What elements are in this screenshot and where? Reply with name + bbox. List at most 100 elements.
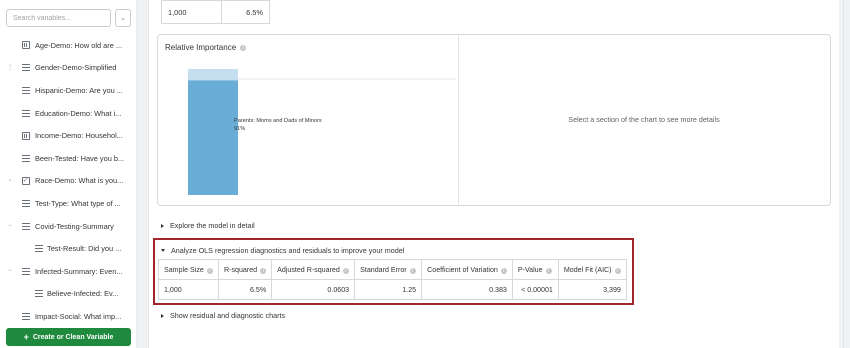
list-icon	[34, 289, 43, 298]
variables-sidebar: ⌄ Age-Demo: How old are ... ⋮ Gender-Demo-…	[0, 0, 139, 348]
info-icon[interactable]: i	[342, 267, 349, 274]
info-icon[interactable]: i	[260, 267, 267, 274]
regression-report: 1,000 6.5% Relative Importance i Parents…	[148, 0, 844, 348]
sidebar-item[interactable]: Education-Demo: What i...	[0, 102, 139, 125]
sidebar-item[interactable]: − Infected-Summary: Even...	[0, 260, 139, 283]
col-coefficient-of-variation: Coefficient of Variation i	[421, 259, 513, 280]
residual-charts-label: Show residual and diagnostic charts	[170, 311, 286, 320]
ols-diagnostics-toggle[interactable]: Analyze OLS regression diagnostics and r…	[161, 246, 404, 255]
info-icon[interactable]: i	[409, 267, 416, 274]
sidebar-item[interactable]: Impact-Social: What imp...	[0, 305, 139, 328]
list-icon	[34, 244, 43, 253]
col-model-fit-aic: Model Fit (AIC) i	[557, 259, 627, 280]
sidebar-scrollbar[interactable]	[136, 0, 139, 348]
list-icon	[21, 109, 30, 118]
relative-importance-title-text: Relative Importance	[165, 43, 237, 52]
cell-adjusted-r-squared: 0.0603	[271, 279, 356, 300]
ols-diagnostics-table: Sample Size i R-squared i Adjusted R-squar…	[158, 259, 627, 300]
explore-model-label: Explore the model in detail	[170, 221, 255, 230]
search-variables-input[interactable]	[6, 9, 111, 27]
caret-down-icon	[161, 249, 165, 252]
relative-importance-chart[interactable]: Parents: Moms and Dads of Minors 91%	[178, 69, 458, 195]
cell-coefficient-of-variation: 0.383	[421, 279, 513, 300]
sidebar-item-label: Impact-Social: What imp...	[35, 311, 122, 321]
bar-label: Parents: Moms and Dads of Minors 91%	[234, 117, 322, 133]
sidebar-item-label: Income-Demo: Househol...	[35, 131, 123, 141]
sidebar-item[interactable]: Hispanic-Demo: Are you ...	[0, 79, 139, 102]
table-row: 1,000 6.5% 0.0603 1.25 0.383 < 0.00001 3…	[158, 279, 627, 300]
sidebar-item[interactable]: Age-Demo: How old are ...	[0, 34, 139, 57]
sidebar-item[interactable]: ⋮ Gender-Demo-Simplified	[0, 57, 139, 80]
sidebar-item-label: Hispanic-Demo: Are you ...	[35, 85, 123, 95]
expand-toggle-icon[interactable]: −	[7, 268, 13, 274]
main-scrollbar[interactable]	[839, 0, 843, 348]
info-icon[interactable]: i	[206, 267, 213, 274]
bar-label-value: 91%	[234, 126, 246, 132]
chart-hint: Select a section of the chart to see mor…	[568, 115, 720, 124]
search-row: ⌄	[6, 9, 131, 27]
cell-standard-error: 1.25	[354, 279, 423, 300]
col-r-squared: R-squared i	[217, 259, 273, 280]
caret-right-icon	[161, 223, 164, 228]
sidebar-item[interactable]: Been-Tested: Have you b...	[0, 147, 139, 170]
create-variable-button[interactable]: + Create or Clean Variable	[6, 328, 131, 346]
col-sample-size: Sample Size i	[158, 259, 219, 280]
sidebar-item[interactable]: Test-Result: Did you ...	[0, 237, 139, 260]
explore-model-toggle[interactable]: Explore the model in detail	[161, 221, 255, 230]
cell-p-value: < 0.00001	[511, 279, 559, 300]
sidebar-item-label: Been-Tested: Have you b...	[35, 153, 125, 163]
col-adjusted-r-squared: Adjusted R-squared i	[271, 259, 356, 280]
sidebar-item[interactable]: Test-Type: What type of ...	[0, 192, 139, 215]
sidebar-item-label: Believe-Infected: Ev...	[47, 289, 119, 299]
bar-label-name: Parents: Moms and Dads of Minors	[234, 118, 322, 124]
summary-table-top: 1,000 6.5%	[161, 0, 270, 24]
list-icon	[21, 267, 30, 276]
sidebar-item-label: Test-Type: What type of ...	[35, 198, 121, 208]
relative-importance-title: Relative Importance i	[165, 43, 247, 52]
create-variable-label: Create or Clean Variable	[32, 333, 114, 341]
info-icon[interactable]: i	[240, 44, 247, 51]
bar-parents[interactable]	[188, 80, 238, 195]
variable-list: Age-Demo: How old are ... ⋮ Gender-Demo-Si…	[0, 34, 139, 328]
sidebar-item[interactable]: Income-Demo: Househol...	[0, 124, 139, 147]
sidebar-item-label: Test-Result: Did you ...	[47, 244, 122, 254]
list-icon	[21, 199, 30, 208]
sidebar-item[interactable]: − Covid-Testing-Summary	[0, 215, 139, 238]
checkbox-icon: ✓	[21, 176, 30, 185]
sidebar-item-label: Race-Demo: What is you...	[35, 176, 124, 186]
list-icon	[21, 154, 30, 163]
bar-chart-icon	[21, 131, 30, 140]
list-icon	[21, 312, 30, 321]
sidebar-item-label: Education-Demo: What i...	[35, 108, 122, 118]
info-icon[interactable]: i	[614, 267, 621, 274]
expand-toggle-icon[interactable]: ⋮	[7, 64, 13, 71]
bar-chart-icon	[21, 41, 30, 50]
bar-remainder[interactable]	[188, 69, 238, 81]
list-icon	[21, 222, 30, 231]
info-icon[interactable]: i	[500, 267, 507, 274]
sidebar-item[interactable]: Believe-Infected: Ev...	[0, 283, 139, 306]
sidebar-item-label: Infected-Summary: Even...	[35, 266, 123, 276]
top-r-squared: 6.5%	[221, 0, 270, 24]
expand-toggle-icon[interactable]: ›	[7, 178, 13, 184]
relative-importance-panel: Relative Importance i Parents: Moms and …	[157, 34, 831, 206]
residual-charts-toggle[interactable]: Show residual and diagnostic charts	[161, 311, 285, 320]
top-sample-size: 1,000	[161, 0, 222, 24]
table-header-row: Sample Size i R-squared i Adjusted R-squar…	[158, 259, 627, 280]
cell-sample-size: 1,000	[158, 279, 219, 300]
list-icon	[21, 86, 30, 95]
cell-model-fit-aic: 3,399	[557, 279, 627, 300]
search-options-button[interactable]: ⌄	[115, 9, 131, 27]
sidebar-item-label: Age-Demo: How old are ...	[35, 40, 123, 50]
plus-icon: +	[23, 332, 29, 342]
col-standard-error: Standard Error i	[354, 259, 423, 280]
sidebar-item-label: Gender-Demo-Simplified	[35, 63, 117, 73]
info-icon[interactable]: i	[545, 267, 552, 274]
list-icon	[21, 63, 30, 72]
chevron-down-icon: ⌄	[120, 15, 126, 22]
ols-diagnostics-label: Analyze OLS regression diagnostics and r…	[171, 246, 405, 255]
sidebar-item[interactable]: › ✓ Race-Demo: What is you...	[0, 170, 139, 193]
sidebar-item-label: Covid-Testing-Summary	[35, 221, 114, 231]
cell-r-squared: 6.5%	[217, 279, 273, 300]
expand-toggle-icon[interactable]: −	[7, 223, 13, 229]
